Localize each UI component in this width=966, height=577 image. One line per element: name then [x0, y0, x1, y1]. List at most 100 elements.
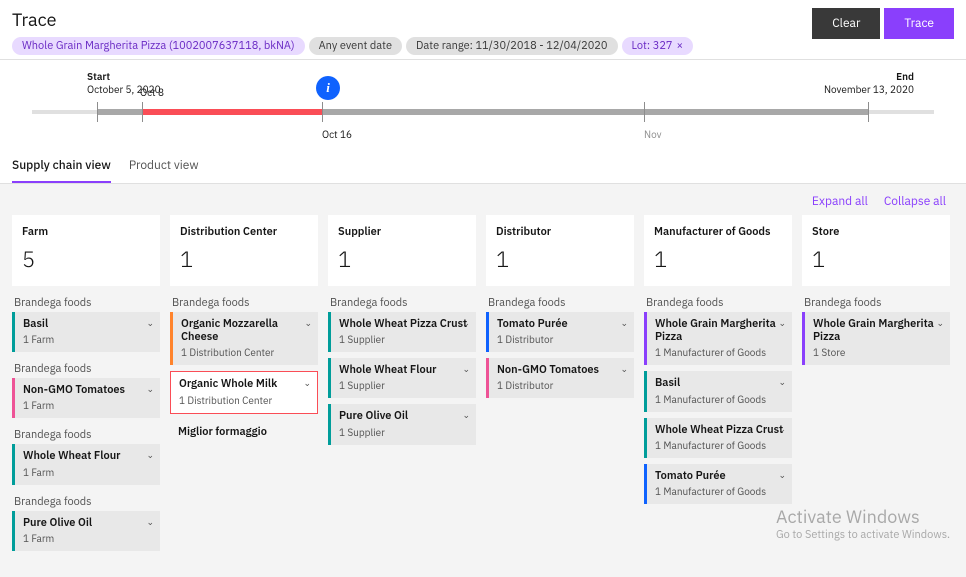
- column-title: Distributor: [496, 225, 624, 239]
- group-label: Brandega foods: [486, 292, 634, 312]
- list-item[interactable]: Whole Wheat Flour1 Farm⌄: [12, 444, 160, 484]
- timeline-end: EndNovember 13, 2020: [824, 70, 914, 96]
- list-item[interactable]: Basil 1 Manufacturer of Goods ⌄: [644, 371, 792, 411]
- chevron-down-icon[interactable]: ⌄: [146, 450, 154, 461]
- timeline-marker-nov: Nov: [644, 128, 662, 141]
- timeline: StartOctober 5, 2020 EndNovember 13, 202…: [0, 60, 966, 128]
- list-item[interactable]: Basil 1 Farm ⌄: [12, 312, 160, 352]
- chip-date-range[interactable]: Date range: 11/30/2018 - 12/04/2020: [406, 37, 617, 55]
- list-item[interactable]: Whole Wheat Pizza Crust 1 Supplier ⌄: [328, 312, 476, 352]
- chip-lot[interactable]: Lot: 327×: [622, 37, 694, 55]
- item-title: Non-GMO Tomatoes: [497, 364, 626, 377]
- tab-product-view[interactable]: Product view: [129, 150, 199, 183]
- column-count: 1: [496, 245, 624, 274]
- item-title: Whole Wheat Pizza Crust: [655, 424, 784, 437]
- column-title: Store: [812, 225, 940, 239]
- timeline-marker-oct16: Oct 16: [322, 128, 352, 141]
- tab-supply-chain-view[interactable]: Supply chain view: [12, 150, 111, 183]
- chevron-down-icon[interactable]: ⌄: [778, 424, 786, 435]
- chevron-down-icon[interactable]: ⌄: [620, 318, 628, 329]
- list-item[interactable]: Tomato Purée 1 Manufacturer of Goods ⌄: [644, 464, 792, 504]
- item-title: Whole Wheat Flour: [23, 450, 152, 463]
- list-item[interactable]: Tomato Purée 1 Distributor ⌄: [486, 312, 634, 352]
- item-subtitle: 1 Distribution Center: [181, 346, 310, 359]
- expand-all-link[interactable]: Expand all: [812, 194, 868, 209]
- group-label: Brandega foods: [802, 292, 950, 312]
- chevron-down-icon[interactable]: ⌄: [462, 410, 470, 421]
- chip-event-date[interactable]: Any event date: [309, 37, 402, 55]
- list-item[interactable]: Non-GMO Tomatoes1 Farm⌄: [12, 378, 160, 418]
- chevron-down-icon[interactable]: ⌄: [146, 384, 154, 395]
- item-title: Miglior formaggio: [178, 426, 310, 439]
- column-title: Distribution Center: [180, 225, 308, 239]
- info-icon[interactable]: i: [316, 76, 340, 100]
- column-count: 1: [338, 245, 466, 274]
- column-header: Store 1: [802, 215, 950, 286]
- chevron-down-icon[interactable]: ⌄: [146, 318, 154, 329]
- item-title: Organic Whole Milk: [179, 378, 309, 391]
- chevron-down-icon[interactable]: ⌄: [778, 318, 786, 329]
- list-item[interactable]: Non-GMO Tomatoes1 Distributor⌄: [486, 358, 634, 398]
- chip-product[interactable]: Whole Grain Margherita Pizza (1002007637…: [12, 37, 305, 55]
- item-title: Tomato Purée: [497, 318, 626, 331]
- clear-button[interactable]: Clear: [812, 8, 880, 39]
- item-subtitle: 1 Manufacturer of Goods: [655, 485, 784, 498]
- list-item[interactable]: Whole Grain Margherita Pizza1 Store⌄: [802, 312, 950, 365]
- timeline-marker-oct8: Oct 8: [140, 86, 164, 99]
- item-title: Whole Grain Margherita Pizza: [655, 318, 784, 344]
- item-title: Pure Olive Oil: [339, 410, 468, 423]
- item-subtitle: 1 Farm: [23, 532, 152, 545]
- column-header: Distribution Center 1: [170, 215, 318, 286]
- chevron-down-icon[interactable]: ⌄: [303, 378, 311, 389]
- group-label: Brandega foods: [12, 491, 160, 511]
- list-item[interactable]: Pure Olive Oil 1 Farm ⌄: [12, 511, 160, 551]
- list-item[interactable]: Miglior formaggio: [170, 420, 318, 445]
- column-count: 5: [22, 245, 150, 274]
- list-item[interactable]: Whole Grain Margherita Pizza 1 Manufactur…: [644, 312, 792, 365]
- list-item[interactable]: Whole Wheat Pizza Crust 1 Manufacturer of…: [644, 418, 792, 458]
- chevron-down-icon[interactable]: ⌄: [462, 318, 470, 329]
- group-label: Brandega foods: [644, 292, 792, 312]
- chevron-down-icon[interactable]: ⌄: [778, 470, 786, 481]
- trace-button[interactable]: Trace: [884, 8, 954, 39]
- item-title: Non-GMO Tomatoes: [23, 384, 152, 397]
- list-item[interactable]: Pure Olive Oil 1 Supplier ⌄: [328, 404, 476, 444]
- chevron-down-icon[interactable]: ⌄: [462, 364, 470, 375]
- chevron-down-icon[interactable]: ⌄: [778, 377, 786, 388]
- item-subtitle: 1 Supplier: [339, 333, 468, 346]
- group-label: Brandega foods: [170, 292, 318, 312]
- item-title: Organic Mozzarella Cheese: [181, 318, 310, 344]
- item-subtitle: 1 Distributor: [497, 333, 626, 346]
- column-title: Farm: [22, 225, 150, 239]
- item-title: Basil: [655, 377, 784, 390]
- item-title: Tomato Purée: [655, 470, 784, 483]
- collapse-all-link[interactable]: Collapse all: [884, 194, 946, 209]
- chevron-down-icon[interactable]: ⌄: [304, 318, 312, 329]
- chevron-down-icon[interactable]: ⌄: [146, 517, 154, 528]
- close-icon[interactable]: ×: [677, 39, 684, 53]
- chevron-down-icon[interactable]: ⌄: [936, 318, 944, 329]
- list-item[interactable]: Organic Mozzarella Cheese 1 Distribution …: [170, 312, 318, 365]
- item-subtitle: 1 Manufacturer of Goods: [655, 393, 784, 406]
- group-label: Brandega foods: [12, 292, 160, 312]
- item-subtitle: 1 Farm: [23, 333, 152, 346]
- group-label: Brandega foods: [328, 292, 476, 312]
- item-subtitle: 1 Supplier: [339, 379, 468, 392]
- item-subtitle: 1 Manufacturer of Goods: [655, 439, 784, 452]
- chevron-down-icon[interactable]: ⌄: [620, 364, 628, 375]
- column-count: 1: [180, 245, 308, 274]
- item-title: Pure Olive Oil: [23, 517, 152, 530]
- item-subtitle: 1 Distribution Center: [179, 394, 309, 407]
- item-title: Basil: [23, 318, 152, 331]
- column-header: Supplier 1: [328, 215, 476, 286]
- list-item[interactable]: Whole Wheat Flour1 Supplier⌄: [328, 358, 476, 398]
- item-subtitle: 1 Supplier: [339, 426, 468, 439]
- page-title: Trace: [12, 8, 812, 31]
- item-subtitle: 1 Manufacturer of Goods: [655, 346, 784, 359]
- group-label: Brandega foods: [12, 358, 160, 378]
- column-title: Supplier: [338, 225, 466, 239]
- column-count: 1: [812, 245, 940, 274]
- list-item[interactable]: Organic Whole Milk 1 Distribution Center ⌄: [170, 371, 318, 413]
- column-header: Manufacturer of Goods1: [644, 215, 792, 286]
- item-title: Whole Wheat Pizza Crust: [339, 318, 468, 331]
